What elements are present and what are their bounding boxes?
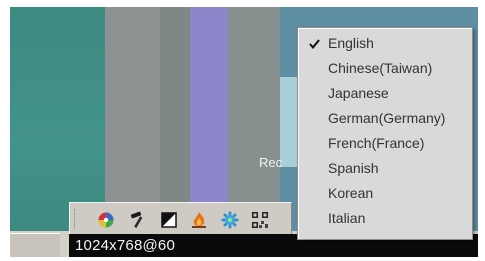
checkmark-icon <box>309 31 323 56</box>
hammer-icon[interactable] <box>128 210 148 230</box>
menu-item-spanish[interactable]: Spanish <box>298 156 472 181</box>
contrast-icon[interactable] <box>159 210 179 230</box>
menu-item-label: French(France) <box>328 135 425 151</box>
menu-item-english[interactable]: English <box>298 31 472 56</box>
color-wheel-icon[interactable] <box>96 210 116 230</box>
flame-icon[interactable] <box>189 210 209 230</box>
tray-toolbar <box>69 202 292 236</box>
qr-grid-icon[interactable] <box>250 210 270 230</box>
menu-item-italian[interactable]: Italian <box>298 206 472 231</box>
menu-item-label: English <box>328 35 374 51</box>
toolbar-grip[interactable] <box>74 209 79 229</box>
menu-item-german-germany[interactable]: German(Germany) <box>298 106 472 131</box>
menu-item-label: Italian <box>328 210 366 226</box>
menu-item-label: Korean <box>328 185 374 201</box>
menu-item-chinese-taiwan[interactable]: Chinese(Taiwan) <box>298 56 472 81</box>
menu-item-french-france[interactable]: French(France) <box>298 131 472 156</box>
desktop-icon-label[interactable]: Rec <box>259 155 282 170</box>
language-menu: English Chinese(Taiwan) Japanese German(… <box>297 27 473 240</box>
menu-item-japanese[interactable]: Japanese <box>298 81 472 106</box>
taskbar-left-panel <box>10 233 60 257</box>
menu-item-label: Japanese <box>328 85 389 101</box>
gear-icon[interactable] <box>220 210 240 230</box>
resolution-readout: 1024x768@60 <box>75 237 176 254</box>
menu-item-label: Chinese(Taiwan) <box>328 60 433 76</box>
desktop-screen: Rec 1024x768@60 English Chinese(Taiwan) … <box>10 7 478 257</box>
menu-item-label: Spanish <box>328 160 379 176</box>
menu-item-korean[interactable]: Korean <box>298 181 472 206</box>
menu-item-label: German(Germany) <box>328 110 446 126</box>
